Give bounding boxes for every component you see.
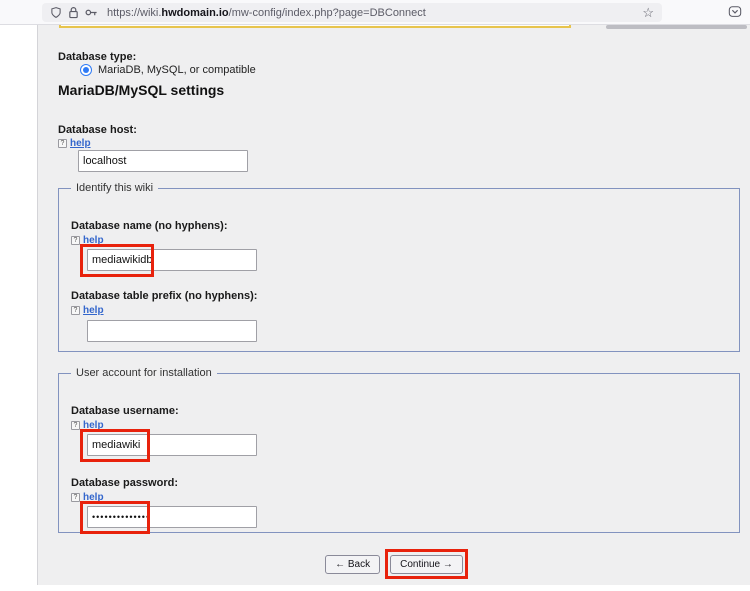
- identify-wiki-legend: Identify this wiki: [71, 182, 159, 194]
- help-icon: ?: [58, 139, 67, 148]
- db-name-help-row: ? help: [71, 235, 104, 246]
- scrollbar-thumb[interactable]: [606, 25, 747, 29]
- annotation-box-continue: [385, 549, 468, 579]
- user-account-fieldset: User account for installation Database u…: [58, 367, 740, 534]
- browser-toolbar: https://wiki.hwdomain.io/mw-config/index…: [0, 0, 750, 25]
- pocket-icon[interactable]: [728, 5, 742, 24]
- db-name-label: Database name (no hyphens):: [71, 220, 228, 232]
- radio-dot: [83, 67, 89, 73]
- help-link[interactable]: help: [70, 138, 91, 149]
- db-name-input[interactable]: [87, 249, 257, 271]
- settings-heading: MariaDB/MySQL settings: [58, 82, 225, 98]
- db-host-label: Database host:: [58, 124, 137, 136]
- url-text: https://wiki.hwdomain.io/mw-config/index…: [107, 7, 426, 19]
- user-account-legend: User account for installation: [71, 367, 217, 379]
- db-prefix-help-row: ? help: [71, 305, 104, 316]
- key-icon[interactable]: [85, 8, 98, 17]
- lock-icon[interactable]: [68, 6, 79, 19]
- db-username-help-row: ? help: [71, 420, 104, 431]
- help-link[interactable]: help: [83, 492, 104, 503]
- db-host-input[interactable]: [78, 150, 248, 172]
- shield-icon[interactable]: [50, 6, 62, 19]
- url-path: /mw-config/index.php?page=DBConnect: [228, 6, 426, 19]
- installer-page: Database type: MariaDB, MySQL, or compat…: [37, 0, 750, 585]
- db-password-help-row: ? help: [71, 492, 104, 503]
- help-link[interactable]: help: [83, 420, 104, 431]
- db-username-input[interactable]: [87, 434, 257, 456]
- db-prefix-label: Database table prefix (no hyphens):: [71, 290, 258, 302]
- db-username-label: Database username:: [71, 405, 179, 417]
- db-type-label: Database type:: [58, 51, 137, 63]
- db-host-help-row: ? help: [58, 138, 91, 149]
- address-bar[interactable]: https://wiki.hwdomain.io/mw-config/index…: [42, 3, 662, 22]
- help-icon: ?: [71, 493, 80, 502]
- bookmark-star-icon[interactable]: ☆: [642, 6, 654, 19]
- url-prefix: https://wiki.: [107, 6, 162, 19]
- help-link[interactable]: help: [83, 235, 104, 246]
- help-icon: ?: [71, 421, 80, 430]
- db-type-option-row[interactable]: MariaDB, MySQL, or compatible: [80, 64, 256, 76]
- help-icon: ?: [71, 236, 80, 245]
- radio-checked-icon[interactable]: [80, 64, 92, 76]
- back-button[interactable]: ← Back: [325, 555, 381, 574]
- db-password-label: Database password:: [71, 477, 178, 489]
- help-icon: ?: [71, 306, 80, 315]
- continue-wrap: Continue →: [385, 549, 468, 579]
- db-type-option-label: MariaDB, MySQL, or compatible: [98, 64, 256, 76]
- db-password-input[interactable]: [87, 506, 257, 528]
- button-row: ← Back Continue →: [38, 549, 750, 579]
- help-link[interactable]: help: [83, 305, 104, 316]
- db-prefix-input[interactable]: [87, 320, 257, 342]
- identify-wiki-fieldset: Identify this wiki Database name (no hyp…: [58, 182, 740, 352]
- url-domain: hwdomain.io: [161, 6, 229, 19]
